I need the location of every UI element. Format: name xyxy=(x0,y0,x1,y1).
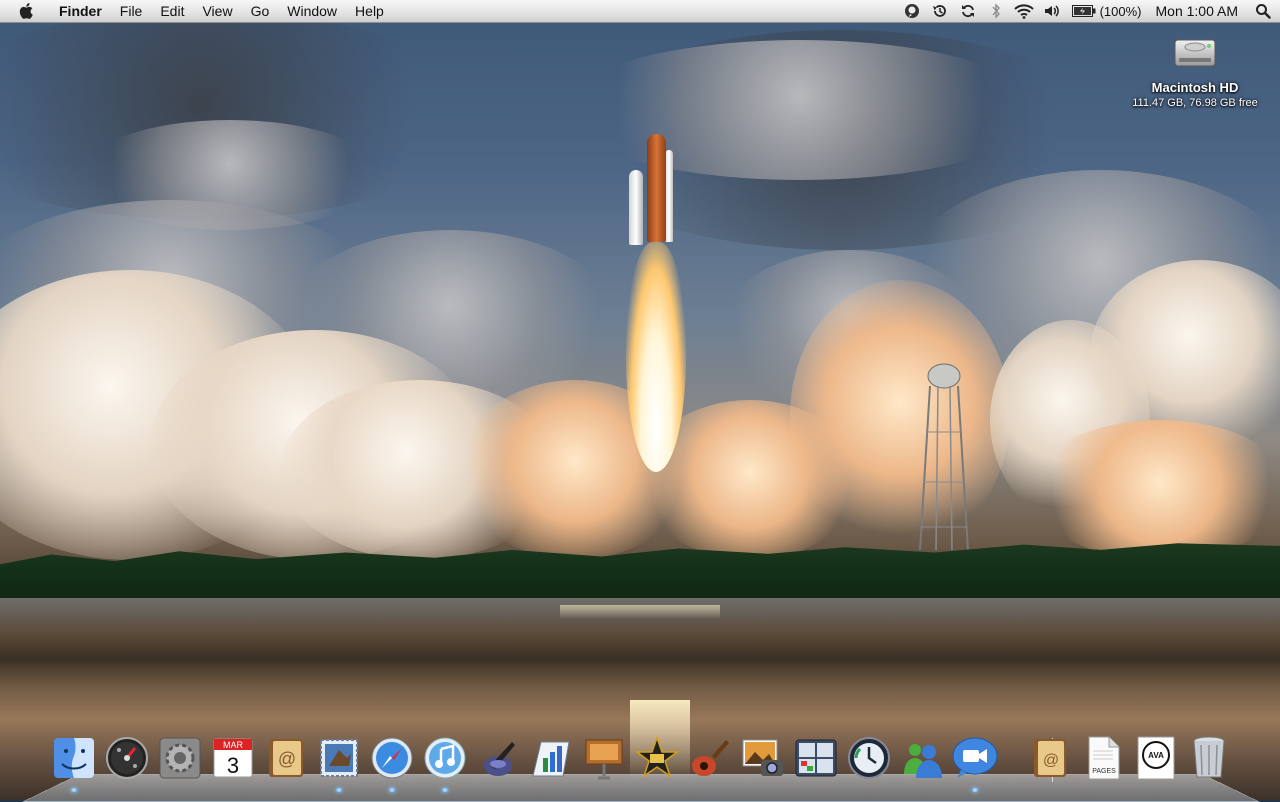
numbers-icon xyxy=(532,741,570,777)
dock-item-address-book[interactable]: @ xyxy=(262,732,310,784)
ical-icon: MAR 3 xyxy=(213,738,253,778)
dock-item-time-machine[interactable] xyxy=(845,732,893,784)
dock-item-garageband[interactable] xyxy=(686,732,734,784)
script-editor-icon xyxy=(484,742,515,776)
dock-item-keynote[interactable] xyxy=(580,732,628,784)
dock-item-system-preferences[interactable] xyxy=(156,732,204,784)
svg-text:@: @ xyxy=(278,749,296,769)
dock: MAR 3 @ @ PAGES AVA xyxy=(50,732,1240,792)
spaces-icon xyxy=(795,739,837,777)
ichat-status-icon[interactable] xyxy=(898,0,926,22)
hard-drive-icon xyxy=(1173,30,1217,74)
menu-edit[interactable]: Edit xyxy=(151,0,193,22)
desktop-icon-macintosh-hd[interactable]: Macintosh HD 111.47 GB, 76.98 GB free xyxy=(1120,30,1270,109)
ava-doc-icon: AVA xyxy=(1137,736,1175,780)
address-book-icon: @ xyxy=(269,739,303,777)
running-indicator xyxy=(389,788,395,792)
menu-file[interactable]: File xyxy=(111,0,152,22)
dock-item-safari[interactable] xyxy=(368,732,416,792)
dock-item-dashboard[interactable] xyxy=(103,732,151,784)
desktop-icon-info: 111.47 GB, 76.98 GB free xyxy=(1132,97,1258,109)
itunes-icon xyxy=(424,737,466,779)
safari-icon xyxy=(371,737,413,779)
pages-doc-label: PAGES xyxy=(1092,768,1116,775)
address-book-doc-icon: @ xyxy=(1034,739,1066,777)
dock-item-numbers[interactable] xyxy=(527,732,575,784)
dock-item-finder[interactable] xyxy=(50,732,98,792)
dock-item-iphoto[interactable] xyxy=(739,732,787,784)
finder-icon xyxy=(54,738,94,778)
menu-clock[interactable]: Mon 1:00 AM xyxy=(1146,3,1247,19)
ava-doc-label: AVA xyxy=(1148,751,1164,760)
wifi-icon[interactable] xyxy=(1010,0,1038,22)
dock-item-script-editor[interactable] xyxy=(474,732,522,784)
menu-go[interactable]: Go xyxy=(242,0,279,22)
garageband-icon xyxy=(692,740,729,776)
spotlight-search-icon[interactable] xyxy=(1246,0,1280,22)
dock-item-imovie[interactable] xyxy=(633,732,681,784)
volume-icon[interactable] xyxy=(1038,0,1066,22)
menu-app-finder[interactable]: Finder xyxy=(50,0,111,22)
running-indicator xyxy=(972,788,978,792)
iphoto-icon xyxy=(742,739,783,776)
menu-help[interactable]: Help xyxy=(346,0,393,22)
dock-item-address-book-doc[interactable]: @ xyxy=(1026,732,1074,784)
trash-icon xyxy=(1193,736,1225,778)
battery-icon xyxy=(1071,5,1096,17)
dock-item-mail[interactable] xyxy=(315,732,363,792)
apple-icon[interactable] xyxy=(18,2,36,20)
menu-window[interactable]: Window xyxy=(278,0,346,22)
messenger-icon xyxy=(904,744,942,778)
dock-item-facetime[interactable] xyxy=(951,732,999,792)
ical-month: MAR xyxy=(223,740,244,750)
menu-view[interactable]: View xyxy=(193,0,241,22)
running-indicator xyxy=(71,788,77,792)
time-machine-icon xyxy=(848,737,890,779)
dock-item-trash[interactable] xyxy=(1185,732,1233,784)
bluetooth-icon[interactable] xyxy=(982,0,1010,22)
running-indicator xyxy=(336,788,342,792)
sync-icon[interactable] xyxy=(954,0,982,22)
dock-item-itunes[interactable] xyxy=(421,732,469,792)
menu-bar: Finder File Edit View Go Window Help (10… xyxy=(0,0,1280,23)
dock-item-ical[interactable]: MAR 3 xyxy=(209,732,257,784)
battery-percent: (100%) xyxy=(1099,3,1142,19)
dashboard-icon xyxy=(106,737,148,779)
imovie-icon xyxy=(635,736,679,778)
svg-text:@: @ xyxy=(1043,752,1059,769)
mail-icon xyxy=(320,739,358,777)
ical-day: 3 xyxy=(227,753,239,778)
time-machine-icon[interactable] xyxy=(926,0,954,22)
dock-item-ava-doc[interactable]: AVA xyxy=(1132,732,1180,784)
dock-item-spaces[interactable] xyxy=(792,732,840,784)
system-preferences-icon xyxy=(159,737,201,779)
facetime-icon xyxy=(952,737,998,778)
dock-item-messenger[interactable] xyxy=(898,732,946,784)
desktop-icon-label: Macintosh HD xyxy=(1151,80,1239,95)
pages-doc-icon: PAGES xyxy=(1088,736,1120,780)
running-indicator xyxy=(442,788,448,792)
battery-status[interactable]: (100%) xyxy=(1066,4,1146,19)
keynote-icon xyxy=(585,739,623,780)
dock-item-pages-doc[interactable]: PAGES xyxy=(1079,732,1127,784)
desktop-wallpaper xyxy=(0,0,1280,800)
